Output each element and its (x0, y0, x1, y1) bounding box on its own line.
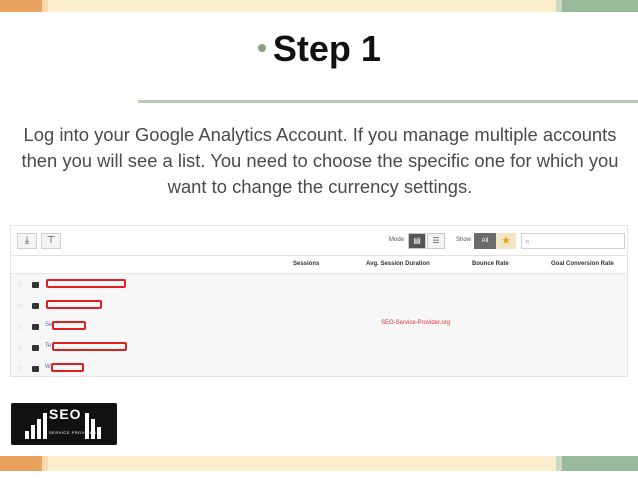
show-starred-button[interactable]: ★ (496, 233, 516, 249)
account-row[interactable]: ☆ Se (11, 318, 627, 338)
folder-icon (32, 303, 39, 309)
redaction-box (51, 363, 84, 372)
title-bullet: • (257, 32, 267, 63)
logo-word: SEO (49, 406, 82, 422)
column-bounce-rate: Bounce Rate (472, 261, 509, 267)
account-row[interactable]: ☆ (11, 276, 627, 296)
top-accent-bar (0, 0, 638, 12)
analytics-account-list: ⤓ ⊤ Mode ▤ ☰ Show All ★ ⌕ Sessions Avg. … (10, 225, 628, 377)
title-divider (138, 100, 638, 103)
mode-list-button[interactable]: ☰ (427, 233, 445, 249)
mode-label: Mode (389, 237, 405, 243)
redaction-box (46, 300, 102, 309)
account-name[interactable]: W (45, 364, 51, 370)
analytics-toolbar: ⤓ ⊤ Mode ▤ ☰ Show All ★ ⌕ (11, 226, 627, 256)
search-icon: ⌕ (525, 236, 531, 246)
redaction-box (46, 279, 126, 288)
star-outline-icon[interactable]: ☆ (16, 322, 23, 331)
table-header: Sessions Avg. Session Duration Bounce Ra… (11, 256, 627, 274)
star-outline-icon[interactable]: ☆ (16, 364, 23, 373)
slide-body-text: Log into your Google Analytics Account. … (21, 124, 619, 197)
account-row[interactable]: ☆ W (11, 360, 627, 380)
account-search-input[interactable]: ⌕ (521, 233, 625, 249)
redaction-box (52, 342, 127, 351)
account-name[interactable]: Te (45, 343, 51, 349)
star-icon: ★ (501, 235, 511, 247)
mode-hierarchy-button[interactable]: ▤ (408, 233, 426, 249)
column-avg-session-duration: Avg. Session Duration (366, 261, 430, 267)
column-sessions: Sessions (293, 261, 320, 267)
folder-icon (32, 324, 39, 330)
star-outline-icon[interactable]: ☆ (16, 280, 23, 289)
redaction-box (52, 321, 86, 330)
folder-icon (32, 282, 39, 288)
star-outline-icon[interactable]: ☆ (16, 301, 23, 310)
account-row[interactable]: ☆ Te (11, 339, 627, 359)
folder-icon (32, 345, 39, 351)
bottom-accent-bar (0, 456, 638, 471)
slide-title: • Step 1 (0, 28, 638, 70)
download-icon[interactable]: ⤓ (17, 233, 37, 249)
seo-service-provider-logo: SEO SERVICE PROVIDER (11, 403, 117, 445)
watermark-text: SEO-Service-Provider.org (381, 320, 451, 326)
show-all-button[interactable]: All (474, 233, 496, 249)
folder-icon (32, 366, 39, 372)
star-outline-icon[interactable]: ☆ (16, 343, 23, 352)
show-label: Show (456, 237, 472, 243)
account-row[interactable]: ☆ (11, 297, 627, 317)
column-goal-conversion-rate: Goal Conversion Rate (551, 261, 614, 267)
title-text: Step 1 (272, 28, 381, 69)
logo-subtitle: SERVICE PROVIDER (49, 430, 97, 435)
upload-icon[interactable]: ⊤ (41, 233, 61, 249)
